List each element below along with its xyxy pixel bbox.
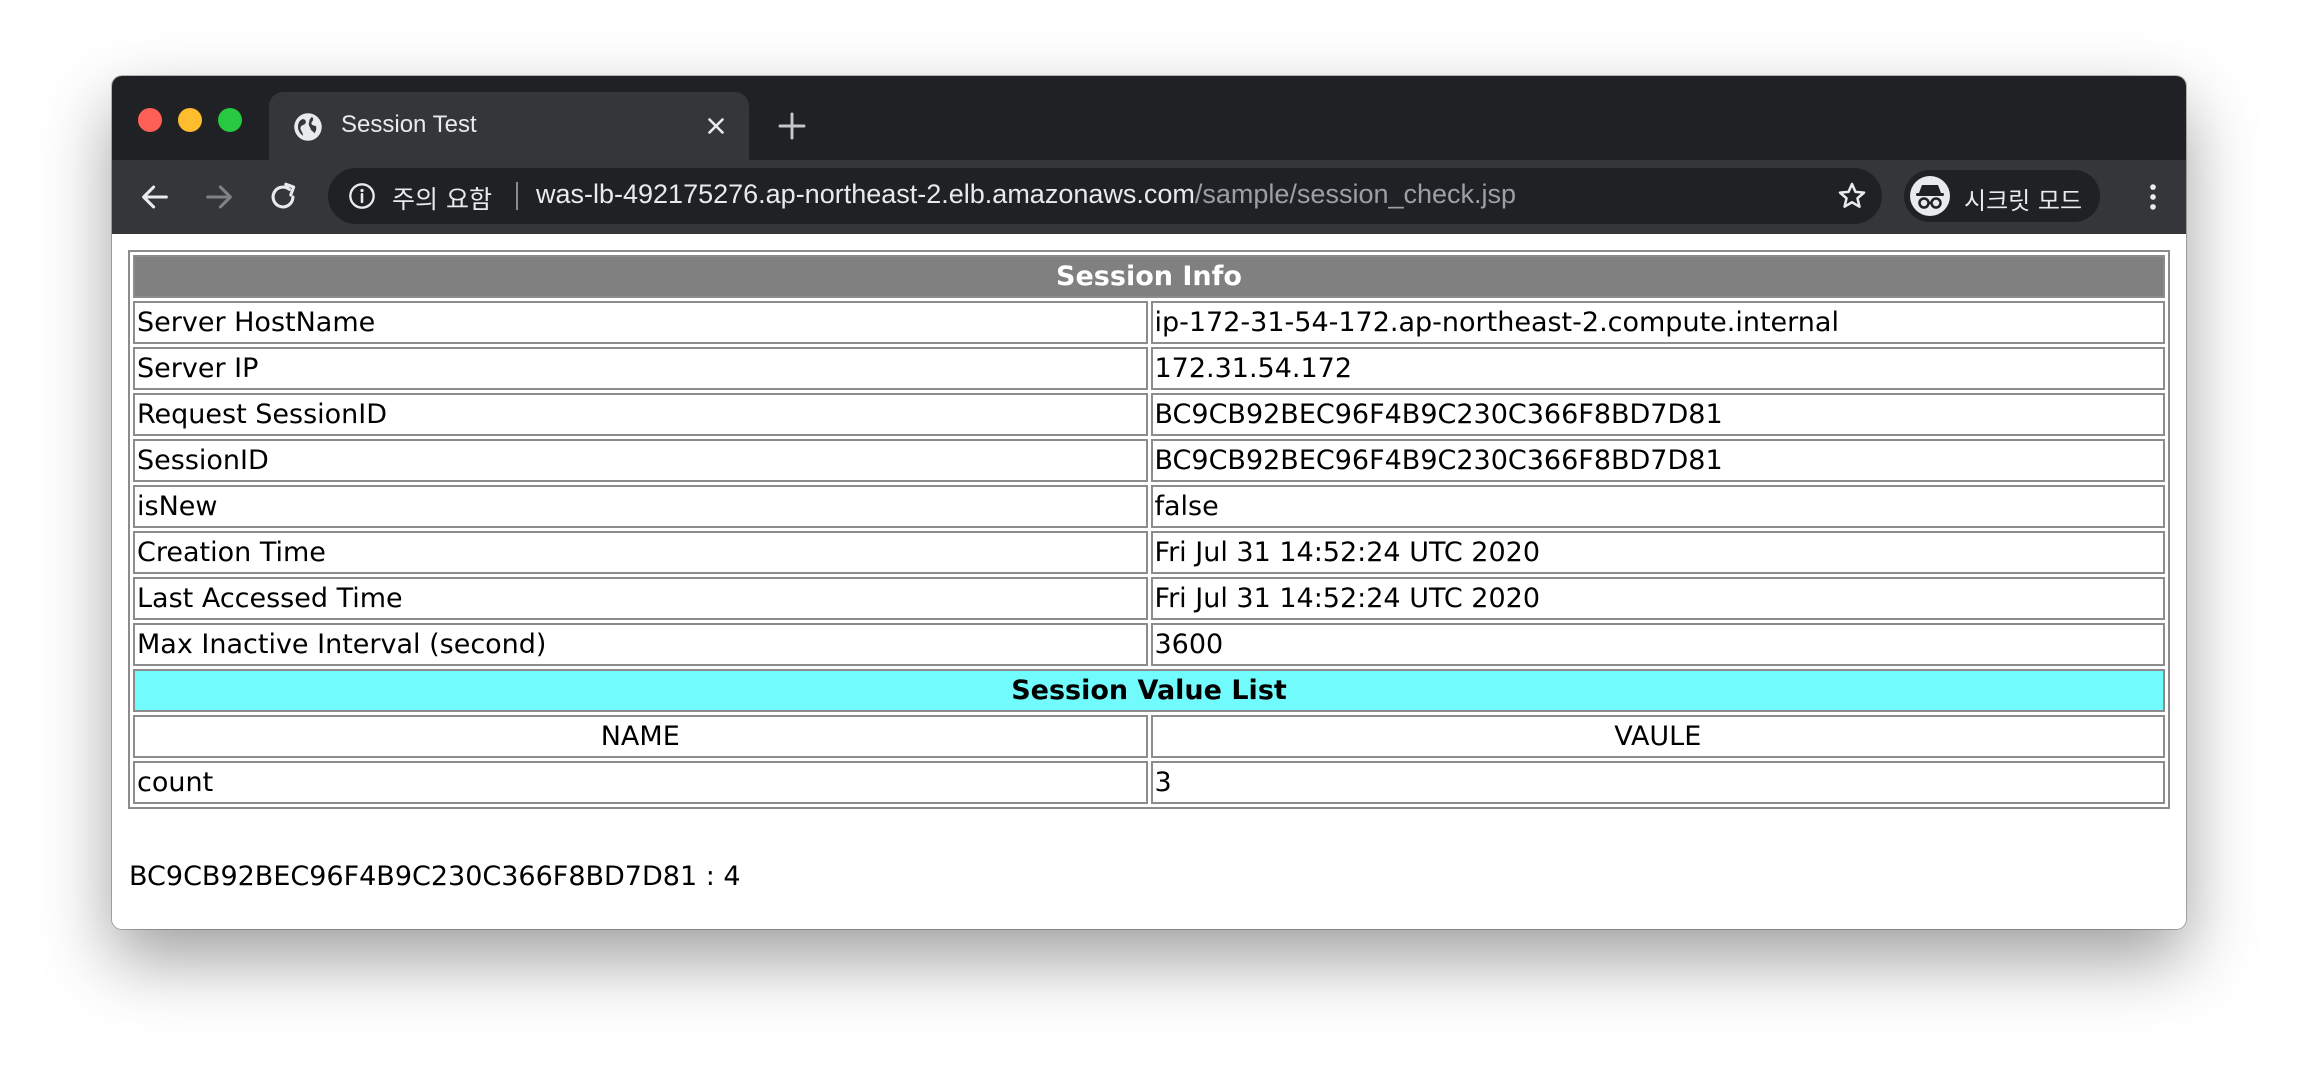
- forward-arrow-icon[interactable]: [202, 180, 236, 214]
- info-icon[interactable]: [348, 182, 376, 210]
- row-key: Request SessionID: [133, 393, 1148, 436]
- column-header-name: NAME: [133, 715, 1148, 758]
- session-count-text: BC9CB92BEC96F4B9C230C366F8BD7D81 : 4: [129, 861, 741, 892]
- more-menu-icon[interactable]: [2136, 180, 2170, 214]
- row-key: Max Inactive Interval (second): [133, 623, 1148, 666]
- browser-window: Session Test 주의 요함 was-lb-492175276.ap-n…: [112, 76, 2186, 929]
- column-header-row: NAME VAULE: [133, 715, 2165, 758]
- row-key: SessionID: [133, 439, 1148, 482]
- row-value: false: [1150, 485, 2165, 528]
- row-value: BC9CB92BEC96F4B9C230C366F8BD7D81: [1150, 393, 2165, 436]
- value-value: 3: [1150, 761, 2165, 804]
- row-value: Fri Jul 31 14:52:24 UTC 2020: [1150, 577, 2165, 620]
- table-row: Request SessionID BC9CB92BEC96F4B9C230C3…: [133, 393, 2165, 436]
- table-row: Max Inactive Interval (second) 3600: [133, 623, 2165, 666]
- incognito-indicator[interactable]: 시크릿 모드: [1904, 170, 2100, 222]
- maximize-window-button[interactable]: [218, 108, 242, 132]
- table-row: isNew false: [133, 485, 2165, 528]
- row-value: 172.31.54.172: [1150, 347, 2165, 390]
- column-header-value: VAULE: [1150, 715, 2165, 758]
- url-text[interactable]: was-lb-492175276.ap-northeast-2.elb.amaz…: [536, 179, 1516, 210]
- security-warning-label[interactable]: 주의 요함: [392, 180, 492, 216]
- row-value: Fri Jul 31 14:52:24 UTC 2020: [1150, 531, 2165, 574]
- minimize-window-button[interactable]: [178, 108, 202, 132]
- session-value-list-header: Session Value List: [133, 669, 2165, 712]
- session-info-table: Session Info Server HostName ip-172-31-5…: [128, 250, 2170, 809]
- url-path: /sample/session_check.jsp: [1194, 179, 1517, 209]
- row-key: Server HostName: [133, 301, 1148, 344]
- tab-title: Session Test: [341, 111, 477, 138]
- close-tab-icon[interactable]: [703, 113, 729, 139]
- url-host: was-lb-492175276.ap-northeast-2.elb.amaz…: [536, 179, 1195, 209]
- tab-session-test[interactable]: Session Test: [269, 92, 749, 160]
- row-value: ip-172-31-54-172.ap-northeast-2.compute.…: [1150, 301, 2165, 344]
- table-row: count 3: [133, 761, 2165, 804]
- address-bar[interactable]: 주의 요함 was-lb-492175276.ap-northeast-2.el…: [328, 168, 1882, 224]
- table-row: Last Accessed Time Fri Jul 31 14:52:24 U…: [133, 577, 2165, 620]
- row-value: 3600: [1150, 623, 2165, 666]
- table-row: Creation Time Fri Jul 31 14:52:24 UTC 20…: [133, 531, 2165, 574]
- close-window-button[interactable]: [138, 108, 162, 132]
- table-row: SessionID BC9CB92BEC96F4B9C230C366F8BD7D…: [133, 439, 2165, 482]
- title-bar: Session Test: [112, 76, 2186, 160]
- bookmark-star-icon[interactable]: [1836, 180, 1868, 212]
- table-row: Server IP 172.31.54.172: [133, 347, 2165, 390]
- globe-icon: [294, 113, 322, 141]
- address-separator: [516, 182, 518, 210]
- row-key: Server IP: [133, 347, 1148, 390]
- incognito-icon: [1910, 176, 1950, 216]
- row-key: Creation Time: [133, 531, 1148, 574]
- new-tab-icon[interactable]: [776, 110, 808, 142]
- row-value: BC9CB92BEC96F4B9C230C366F8BD7D81: [1150, 439, 2165, 482]
- page-content: Session Info Server HostName ip-172-31-5…: [112, 234, 2186, 929]
- back-arrow-icon[interactable]: [138, 180, 172, 214]
- row-key: Last Accessed Time: [133, 577, 1148, 620]
- value-name: count: [133, 761, 1148, 804]
- row-key: isNew: [133, 485, 1148, 528]
- incognito-label: 시크릿 모드: [1964, 187, 2083, 215]
- browser-toolbar: 주의 요함 was-lb-492175276.ap-northeast-2.el…: [112, 160, 2186, 234]
- reload-icon[interactable]: [266, 180, 300, 214]
- table-row: Server HostName ip-172-31-54-172.ap-nort…: [133, 301, 2165, 344]
- session-info-header: Session Info: [133, 255, 2165, 298]
